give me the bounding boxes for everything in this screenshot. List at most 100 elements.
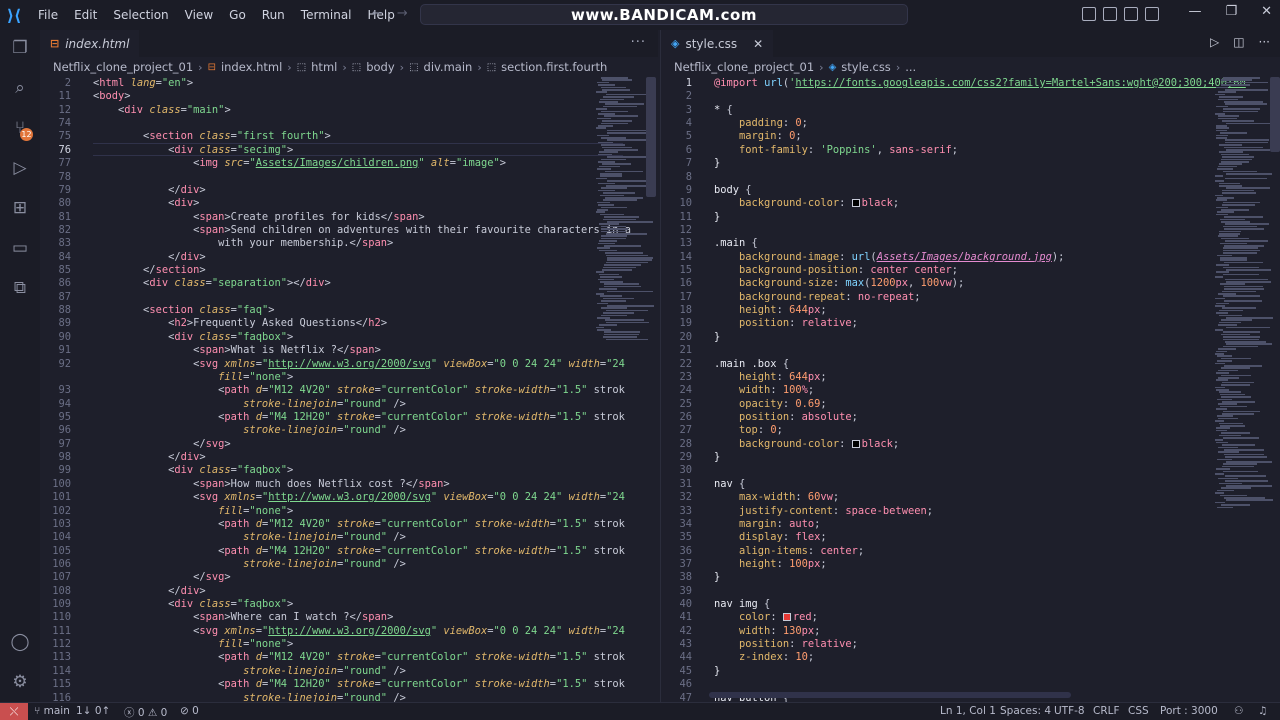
search-icon[interactable]: ⌕ <box>0 76 40 100</box>
line-number: 11 <box>679 210 692 223</box>
breadcrumb-item[interactable]: Netflix_clone_project_01 <box>674 60 814 74</box>
menu-run[interactable]: Run <box>254 8 293 22</box>
minimap-right[interactable] <box>1211 77 1273 509</box>
chevron-right-icon: › <box>819 60 824 74</box>
menu-edit[interactable]: Edit <box>66 8 105 22</box>
split-editor-icon[interactable]: ◫ <box>1233 35 1244 49</box>
breadcrumb-item[interactable]: Netflix_clone_project_01 <box>53 60 193 74</box>
more-actions-icon[interactable]: ··· <box>1259 35 1270 49</box>
ports-indicator[interactable]: ⊘ 0 <box>180 705 199 717</box>
line-text: </div> <box>168 584 206 597</box>
line-number: 9 <box>685 183 692 196</box>
breadcrumb-item[interactable]: ... <box>905 60 916 74</box>
breadcrumb-item[interactable]: div.main <box>424 60 473 74</box>
live-share-icon[interactable]: ⧉ <box>0 276 40 300</box>
back-arrow-icon[interactable]: ← <box>372 6 383 21</box>
indentation[interactable]: Spaces: 4 <box>1000 705 1051 717</box>
problems-indicator[interactable]: ⓧ 0 ⚠ 0 <box>124 705 167 720</box>
minimap-line <box>1220 405 1247 408</box>
color-swatch[interactable] <box>851 439 860 448</box>
remote-indicator-icon[interactable]: ⤬ <box>0 703 28 720</box>
minimap-line <box>1216 350 1227 353</box>
source-control-icon[interactable]: ⑂ 12 <box>0 116 40 141</box>
minimap-line <box>1216 137 1227 139</box>
minimap-left[interactable] <box>592 77 654 357</box>
menu-file[interactable]: File <box>30 8 66 22</box>
line-text: * { <box>714 103 733 116</box>
minimap-line <box>1222 401 1255 403</box>
minimap-line <box>598 113 615 115</box>
tab-index-html[interactable]: ⊟ index.html <box>40 30 140 57</box>
breadcrumb-item[interactable]: section.first.fourth <box>501 60 607 74</box>
customize-layout-icon[interactable] <box>1145 7 1159 21</box>
toggle-panel-icon[interactable] <box>1103 7 1117 21</box>
copilot-icon[interactable]: ⚇ <box>1234 705 1243 717</box>
line-number: 104 <box>52 531 71 544</box>
horizontal-scrollbar[interactable] <box>709 692 1071 698</box>
run-icon[interactable]: ▷ <box>1210 35 1219 49</box>
minimap-line <box>1224 245 1264 247</box>
minimap-line <box>1225 480 1268 482</box>
color-swatch[interactable] <box>851 199 860 208</box>
minimap-line <box>1217 506 1233 509</box>
live-server-port[interactable]: Port : 3000 <box>1160 705 1218 717</box>
more-actions-icon[interactable]: ··· <box>631 35 646 50</box>
scrollbar-right[interactable] <box>1270 77 1280 152</box>
minimap-line <box>605 319 644 321</box>
branch-indicator[interactable]: ⑂ main <box>34 705 70 717</box>
minimap-line <box>601 158 626 161</box>
menu-go[interactable]: Go <box>221 8 254 22</box>
sync-status[interactable]: 1↓ 0↑ <box>76 705 110 717</box>
extensions-icon[interactable]: ⊞ <box>0 196 40 220</box>
breadcrumb-item[interactable]: style.css <box>841 60 891 74</box>
line-text: fill="none"> <box>218 638 294 651</box>
menu-view[interactable]: View <box>177 8 221 22</box>
minimap-line <box>602 79 632 81</box>
line-text: margin: auto; <box>739 517 821 530</box>
minimap-line <box>599 288 617 290</box>
menu-selection[interactable]: Selection <box>105 8 176 22</box>
minimap-line <box>599 151 618 153</box>
minimap-line <box>1219 230 1241 233</box>
notifications-bell-icon[interactable]: ♫ <box>1258 705 1267 717</box>
restore-icon[interactable]: ❐ <box>1225 4 1237 19</box>
end-of-line[interactable]: CRLF <box>1093 705 1120 717</box>
line-number: 2 <box>685 90 692 103</box>
toggle-secondary-sidebar-icon[interactable] <box>1124 7 1138 21</box>
close-window-icon[interactable]: ✕ <box>1261 4 1272 19</box>
close-tab-icon[interactable]: ✕ <box>753 37 763 51</box>
command-center[interactable]: www.BANDICAM.com <box>420 4 908 25</box>
color-swatch[interactable] <box>782 613 791 622</box>
line-number: 76 <box>58 143 71 156</box>
breadcrumb-item[interactable]: body <box>366 60 394 74</box>
run-debug-icon[interactable]: ▷ <box>0 156 40 180</box>
minimap-line <box>606 261 648 264</box>
minimap-line <box>1219 321 1241 324</box>
minimap-line <box>1226 461 1272 463</box>
minimap-line <box>603 105 637 108</box>
minimap-line <box>598 161 615 163</box>
toggle-primary-sidebar-icon[interactable] <box>1082 7 1096 21</box>
breadcrumb-item[interactable]: index.html <box>221 60 282 74</box>
breadcrumb-symbol-icon: ⬚ <box>296 61 307 73</box>
line-text: <h2>Frequently Asked Questions</h2> <box>168 317 388 330</box>
breadcrumb-item[interactable]: html <box>311 60 337 74</box>
minimap-line <box>596 211 605 213</box>
tab-style-css[interactable]: ◈ style.css ✕ <box>661 30 774 57</box>
minimap-line <box>1224 300 1262 302</box>
menu-terminal[interactable]: Terminal <box>293 8 360 22</box>
line-text: } <box>714 664 721 677</box>
minimap-line <box>599 101 618 103</box>
language-mode[interactable]: CSS <box>1128 705 1149 717</box>
minimize-icon[interactable]: — <box>1188 4 1201 19</box>
settings-gear-icon[interactable]: ⚙ <box>0 670 40 694</box>
encoding[interactable]: UTF-8 <box>1054 705 1085 717</box>
account-icon[interactable]: ◯ <box>0 630 40 654</box>
explorer-icon[interactable]: ❐ <box>0 36 40 60</box>
cursor-position[interactable]: Ln 1, Col 1 <box>940 705 996 717</box>
forward-arrow-icon[interactable]: → <box>397 6 408 21</box>
scrollbar-left[interactable] <box>646 77 656 197</box>
minimap-line <box>607 290 653 293</box>
remote-explorer-icon[interactable]: ▭ <box>0 236 40 260</box>
minimap-line <box>1223 110 1258 113</box>
